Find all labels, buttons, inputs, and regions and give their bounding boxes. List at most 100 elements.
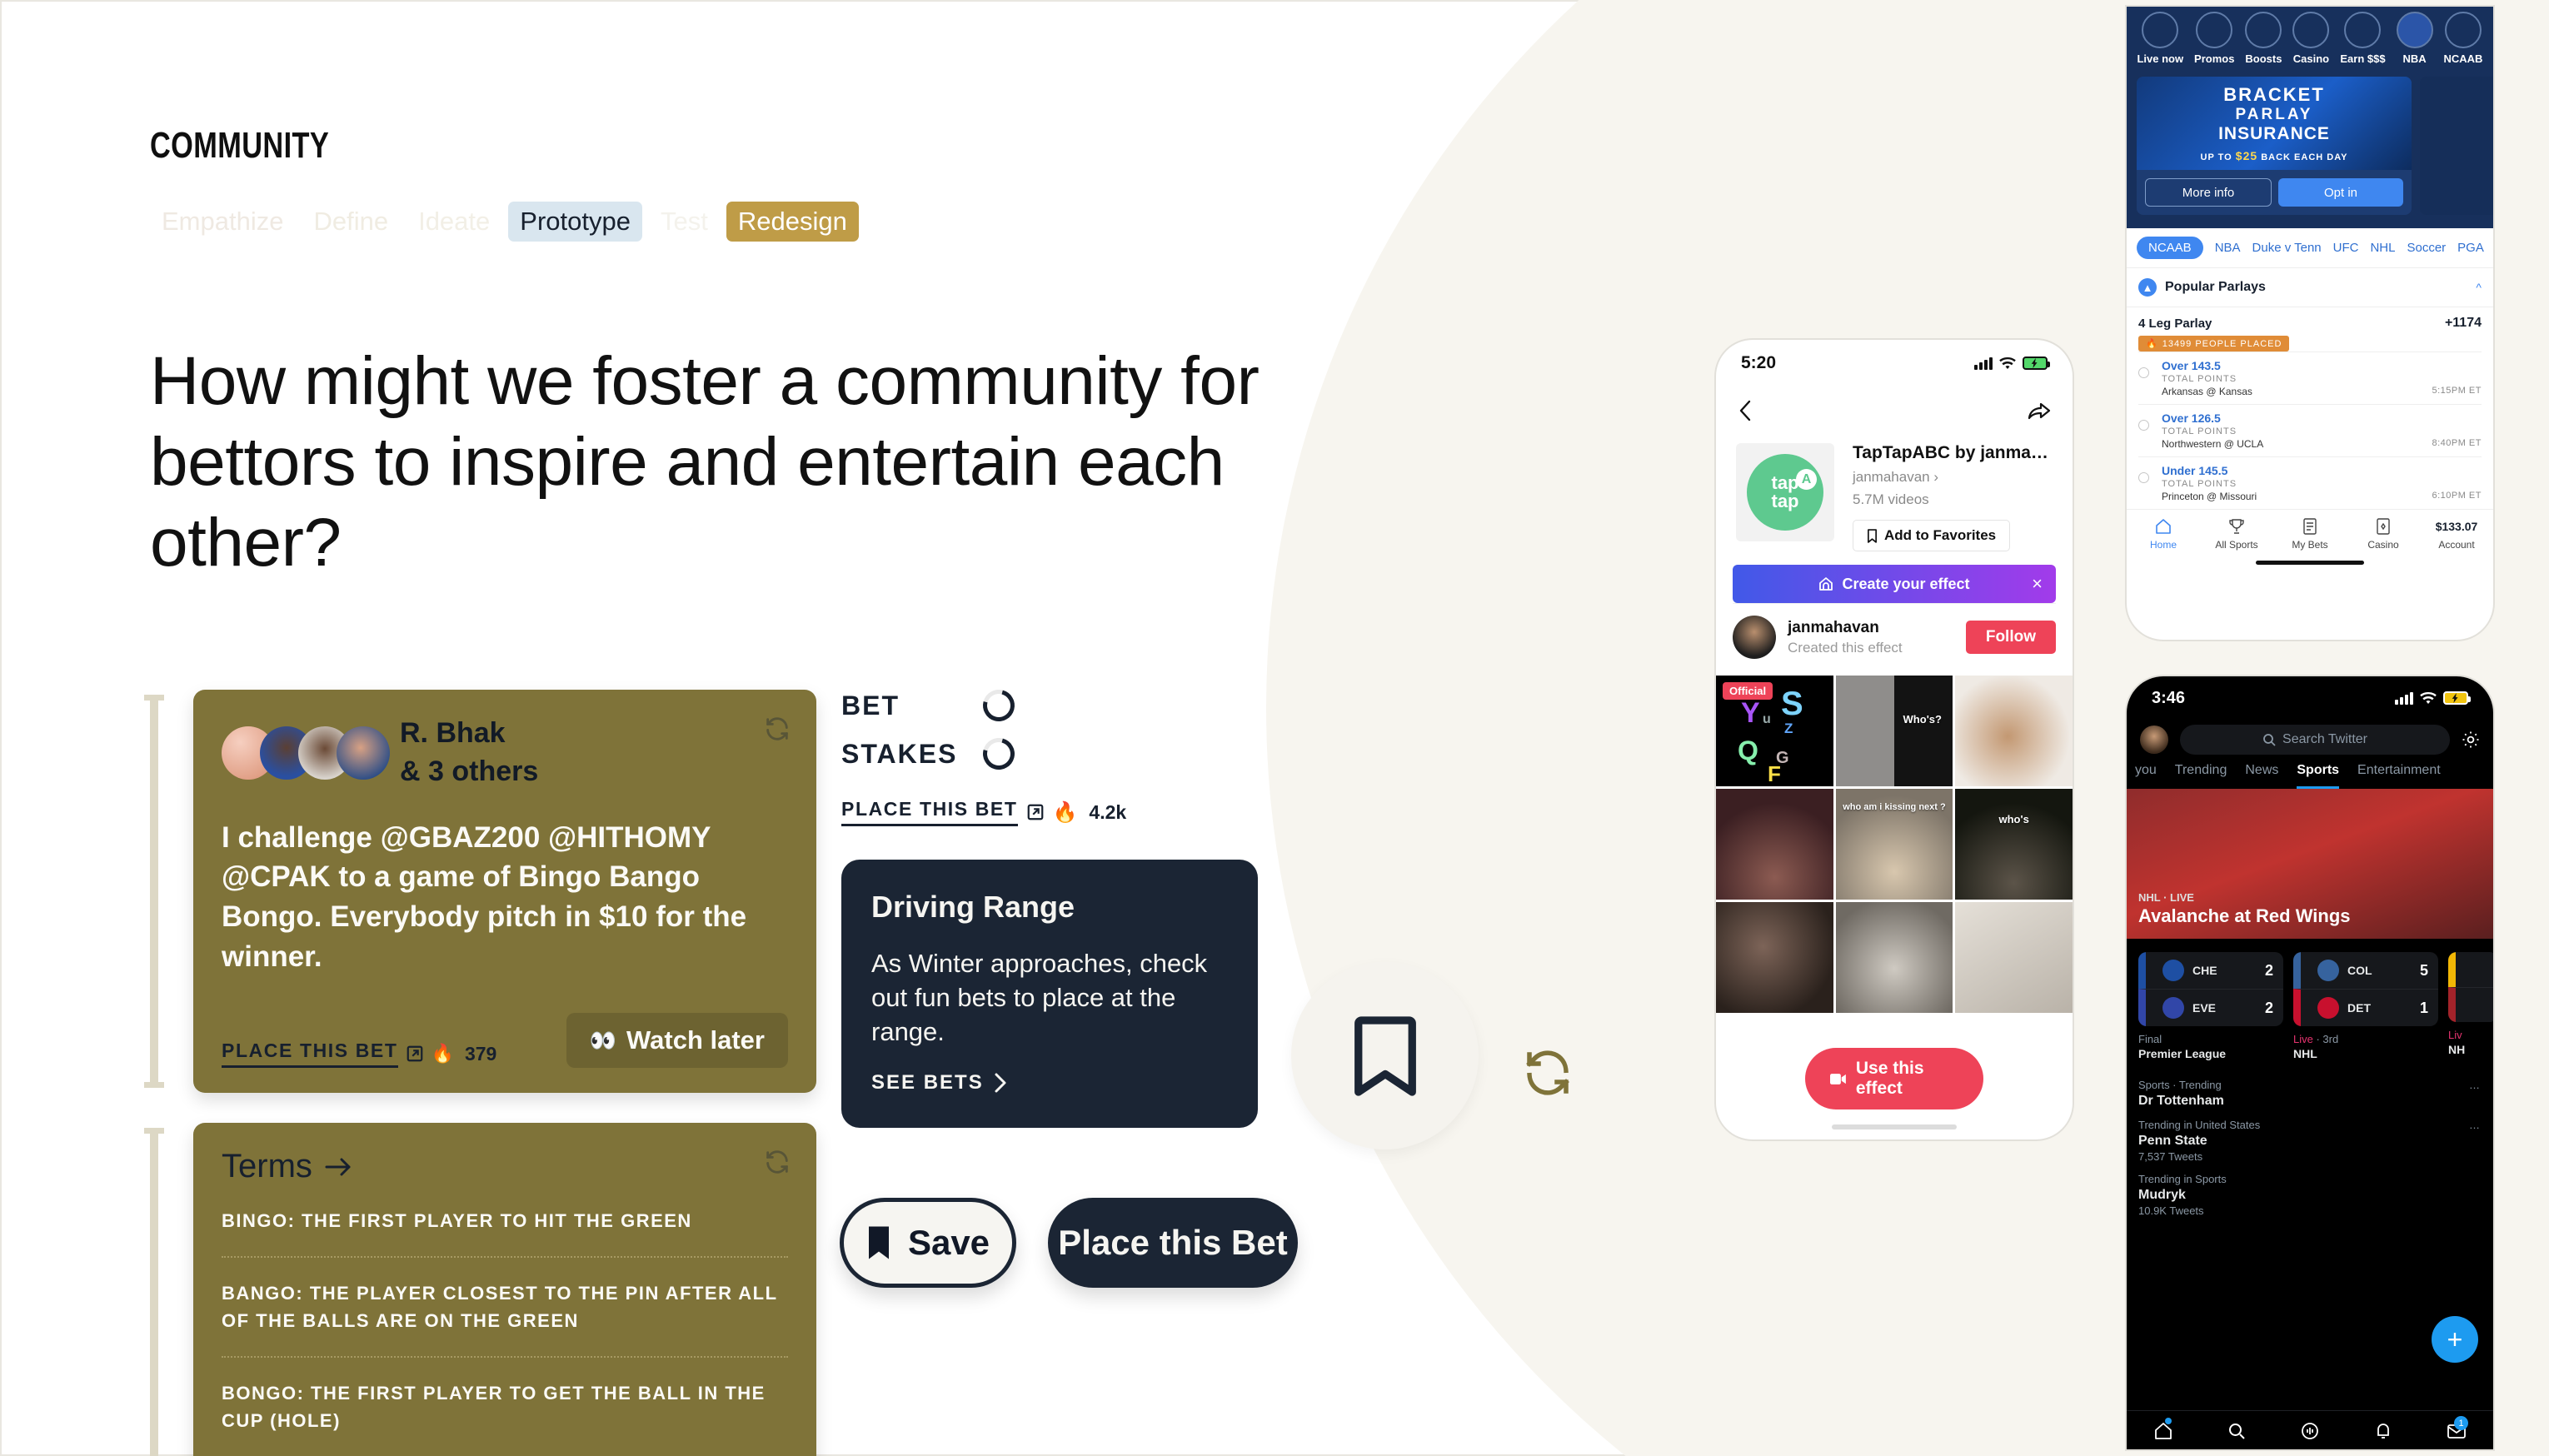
sportsbook-bottom-nav: Home All Sports My Bets Casino $133.07 Ac… — [2127, 509, 2493, 554]
video-tile[interactable] — [1955, 902, 2073, 1013]
nav-notifications[interactable] — [2347, 1421, 2420, 1441]
loading-spinner-icon — [977, 732, 1020, 775]
popular-parlays-header[interactable]: ▲ Popular Parlays ^ — [2127, 268, 2493, 307]
place-this-bet-label: PLACE THIS BET — [841, 798, 1018, 826]
quick-link-boosts[interactable]: Boosts — [2245, 12, 2282, 65]
nav-home[interactable]: Home — [2127, 516, 2200, 551]
video-tile[interactable]: Who's? — [1835, 676, 1953, 786]
share-icon[interactable] — [2028, 401, 2051, 421]
sport-tab-duke-tenn[interactable]: Duke v Tenn — [2252, 241, 2322, 255]
more-icon[interactable]: … — [2469, 1079, 2482, 1091]
trend-item[interactable]: Trending in Sports Mudryk 10.9K Tweets — [2127, 1163, 2493, 1217]
challenge-text: I challenge @GBAZ200 @HITHOMY @CPAK to a… — [222, 820, 747, 973]
refresh-icon[interactable] — [763, 1148, 791, 1180]
video-tile[interactable] — [1955, 676, 2073, 786]
tab-for-you[interactable]: you — [2135, 763, 2157, 789]
score-card[interactable]: Liv NH — [2448, 952, 2493, 1060]
video-tile[interactable] — [1716, 902, 1833, 1013]
nav-messages[interactable]: 1 — [2420, 1416, 2493, 1441]
breadcrumb-item-empathize[interactable]: Empathize — [150, 202, 295, 242]
nav-all-sports[interactable]: All Sports — [2200, 516, 2273, 551]
promo-card-next[interactable] — [2420, 77, 2493, 215]
effect-meta: TapTapABC by janmahav... janmahavan › 5.… — [1853, 443, 2053, 551]
sport-tab-nba[interactable]: NBA — [2215, 241, 2241, 255]
tab-sports[interactable]: Sports — [2297, 763, 2340, 789]
gear-icon[interactable] — [2462, 730, 2480, 749]
place-this-bet-button[interactable]: Place this Bet — [1048, 1198, 1298, 1288]
sport-tab-nhl[interactable]: NHL — [2370, 241, 2395, 255]
terms-card[interactable]: Terms BINGO: THE FIRST PLAYER TO HIT THE… — [193, 1123, 816, 1456]
watch-later-button[interactable]: 👀 Watch later — [566, 1013, 788, 1069]
tab-entertainment[interactable]: Entertainment — [2357, 763, 2441, 789]
video-tile[interactable]: who am i kissing next ? — [1835, 789, 1953, 900]
quick-link-live-now[interactable]: Live now — [2137, 12, 2183, 65]
quick-link-earn[interactable]: Earn $$$ — [2340, 12, 2386, 65]
effect-title: TapTapABC by janmahav... — [1853, 443, 2053, 462]
bookmark-button[interactable] — [1291, 962, 1479, 1149]
sport-tab-pga[interactable]: PGA — [2457, 241, 2484, 255]
nav-spaces[interactable] — [2273, 1421, 2347, 1441]
video-tile[interactable] — [1716, 789, 1833, 900]
video-tile[interactable]: who's — [1955, 789, 2073, 900]
challenge-card[interactable]: R. Bhak & 3 others I challenge @GBAZ200 … — [193, 690, 816, 1094]
effect-author[interactable]: janmahavan › — [1853, 469, 2053, 486]
nav-account[interactable]: $133.07 Account — [2420, 516, 2493, 551]
trend-item[interactable]: Trending in United States… Penn State 7,… — [2127, 1109, 2493, 1163]
wifi-icon — [1999, 357, 2016, 369]
nav-home[interactable] — [2127, 1418, 2200, 1441]
nav-casino[interactable]: Casino — [2347, 516, 2420, 551]
avatar[interactable] — [2140, 726, 2168, 754]
sport-tab-soccer[interactable]: Soccer — [2407, 241, 2446, 255]
opt-in-button[interactable]: Opt in — [2278, 178, 2403, 207]
breadcrumb-item-redesign[interactable]: Redesign — [726, 202, 859, 242]
use-this-effect-button[interactable]: Use this effect — [1805, 1048, 1983, 1109]
promo-image: BRACKET PARLAY INSURANCE UP TO $25 BACK … — [2137, 77, 2412, 170]
refresh-icon[interactable] — [763, 715, 791, 747]
trend-count: 10.9K Tweets — [2138, 1204, 2204, 1217]
trend-item[interactable]: Sports · Trending… Dr Tottenham — [2127, 1069, 2493, 1109]
tab-news[interactable]: News — [2245, 763, 2278, 789]
follow-button[interactable]: Follow — [1965, 621, 2056, 654]
place-this-bet-link[interactable]: PLACE THIS BET 🔥 379 — [222, 1040, 496, 1069]
breadcrumb-item-prototype[interactable]: Prototype — [508, 202, 642, 242]
more-info-button[interactable]: More info — [2145, 178, 2272, 207]
promo-card[interactable]: BRACKET PARLAY INSURANCE UP TO $25 BACK … — [2137, 77, 2412, 215]
sync-icon[interactable] — [1520, 1045, 1575, 1104]
quick-link-casino[interactable]: Casino — [2292, 12, 2330, 65]
place-this-bet-link[interactable]: PLACE THIS BET 🔥 4.2k — [841, 798, 1758, 826]
chevron-up-icon[interactable]: ^ — [2476, 281, 2482, 294]
parlay-leg[interactable]: Over 143.5 TOTAL POINTS Arkansas @ Kansa… — [2138, 352, 2482, 404]
video-tile[interactable]: Official Y u S Z Q G F — [1716, 676, 1833, 786]
chevron-left-icon[interactable] — [1738, 399, 1753, 422]
hero-card[interactable]: NHL · LIVE Avalanche at Red Wings — [2127, 789, 2493, 939]
parlay-leg[interactable]: Over 126.5 TOTAL POINTS Northwestern @ U… — [2138, 404, 2482, 456]
terms-title-row[interactable]: Terms — [222, 1148, 788, 1185]
video-tile[interactable] — [1835, 902, 1953, 1013]
create-your-effect-banner[interactable]: Create your effect × — [1733, 565, 2056, 603]
add-to-favorites-button[interactable]: Add to Favorites — [1853, 520, 2011, 551]
quick-link-ncaab[interactable]: NCAAB — [2443, 12, 2482, 65]
sport-tab-ufc[interactable]: UFC — [2333, 241, 2359, 255]
tab-trending[interactable]: Trending — [2175, 763, 2227, 789]
more-icon[interactable]: … — [2469, 1119, 2482, 1131]
close-icon[interactable]: × — [2032, 573, 2043, 595]
avatar[interactable] — [1733, 616, 1776, 659]
compose-button[interactable]: + — [2432, 1316, 2478, 1363]
sport-tab-ncaab[interactable]: NCAAB — [2137, 237, 2203, 259]
nav-my-bets[interactable]: My Bets — [2273, 516, 2347, 551]
quick-link-promos[interactable]: Promos — [2194, 12, 2234, 65]
save-button[interactable]: Save — [840, 1198, 1016, 1288]
live-label: Live — [2293, 1033, 2313, 1045]
see-bets-link[interactable]: SEE BETS — [871, 1071, 1228, 1094]
score-card[interactable]: CHE 2 EVE 2 Final Premier League — [2138, 952, 2283, 1060]
score-card[interactable]: COL 5 DET 1 Live · 3rd NHL — [2293, 952, 2438, 1060]
nav-search[interactable] — [2200, 1421, 2273, 1441]
parlay-leg[interactable]: Under 145.5 TOTAL POINTS Princeton @ Mis… — [2138, 456, 2482, 509]
breadcrumb-item-ideate[interactable]: Ideate — [407, 202, 501, 242]
breadcrumb-item-test[interactable]: Test — [649, 202, 720, 242]
card-icon — [2347, 516, 2420, 536]
search-input[interactable]: Search Twitter — [2180, 725, 2450, 755]
quick-link-nba[interactable]: NBA — [2396, 12, 2433, 65]
driving-range-card[interactable]: Driving Range As Winter approaches, chec… — [841, 860, 1258, 1128]
breadcrumb-item-define[interactable]: Define — [302, 202, 400, 242]
